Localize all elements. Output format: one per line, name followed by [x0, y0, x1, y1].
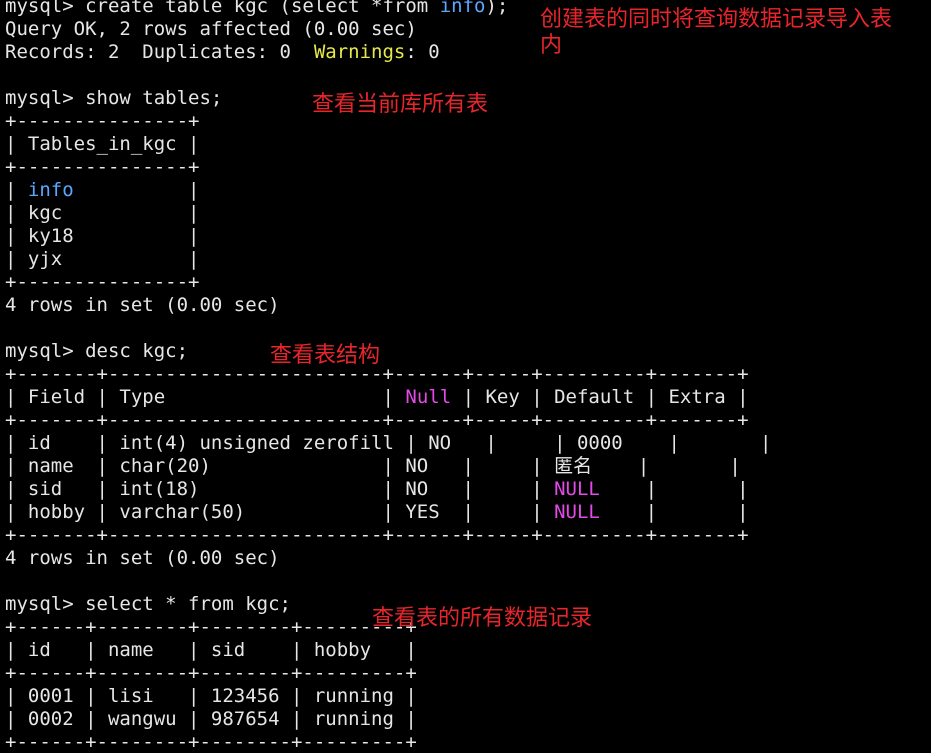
terminal-text-segment: +---------------+: [5, 271, 200, 293]
terminal-text-segment: +---------------+: [5, 110, 200, 132]
terminal-line: | id | name | sid | hobby |: [5, 639, 417, 662]
terminal-line: +------+--------+--------+---------+: [5, 616, 417, 639]
terminal-text-segment: : 0: [405, 41, 440, 63]
terminal-text-segment: | |: [599, 501, 749, 523]
terminal-line: mysql> desc kgc;: [5, 340, 188, 363]
terminal-text-segment: info: [439, 0, 486, 17]
annotation-select-all: 查看表的所有数据记录: [372, 606, 593, 631]
terminal-line: | id | int(4) unsigned zerofill | NO | |…: [5, 432, 771, 455]
terminal-text-segment: Null: [405, 386, 452, 408]
terminal-text-segment: +------+--------+--------+---------+: [5, 616, 417, 638]
terminal-line: +------+--------+--------+---------+: [5, 731, 417, 753]
terminal-text-segment: +-------+------------------------+------…: [5, 409, 749, 431]
terminal-text-segment: | sid | int(18) | NO | |: [5, 478, 555, 500]
terminal-text-segment: mysql> desc kgc;: [5, 340, 189, 362]
terminal-text-segment: 4 rows in set (0.00 sec): [5, 294, 280, 316]
terminal-text-segment: +------+--------+--------+---------+: [5, 731, 417, 753]
terminal-line: +---------------+: [5, 271, 199, 294]
terminal-line: +---------------+: [5, 156, 199, 179]
terminal-line: 4 rows in set (0.00 sec): [5, 294, 280, 317]
terminal-text-segment: |: [73, 179, 200, 201]
terminal-text-segment: | |: [599, 478, 749, 500]
terminal-text-segment: | kgc |: [5, 202, 200, 224]
terminal-text-segment: | ky18 |: [5, 225, 200, 247]
terminal-text-segment: | name | char(20) | NO | | 匿名 | |: [5, 455, 741, 477]
terminal-line: mysql> show tables;: [5, 87, 222, 110]
terminal-line: | ky18 |: [5, 225, 199, 248]
terminal-line: | 0001 | lisi | 123456 | running |: [5, 685, 417, 708]
annotation-create-table: 创建表的同时将查询数据记录导入表 内: [540, 7, 893, 58]
terminal-line: +---------------+: [5, 110, 199, 133]
terminal-text-segment: mysql> select * from kgc;: [5, 593, 291, 615]
terminal-text-segment: +-------+------------------------+------…: [5, 524, 749, 546]
terminal-text-segment: | id | int(4) unsigned zerofill | NO | |…: [5, 432, 772, 454]
terminal-line: Query OK, 2 rows affected (0.00 sec): [5, 18, 417, 41]
terminal-line: +-------+------------------------+------…: [5, 524, 749, 547]
terminal-line: | sid | int(18) | NO | | NULL | |: [5, 478, 749, 501]
terminal-line: mysql> create table kgc (select *from in…: [5, 0, 508, 18]
terminal-window[interactable]: mysql> create table kgc (select *from in…: [0, 0, 931, 753]
terminal-line: | kgc |: [5, 202, 199, 225]
terminal-text-segment: +---------------+: [5, 156, 200, 178]
terminal-text-segment: | Field | Type |: [5, 386, 406, 408]
terminal-line: +-------+------------------------+------…: [5, 409, 749, 432]
terminal-line: mysql> select * from kgc;: [5, 593, 291, 616]
terminal-text-segment: Warnings: [313, 41, 406, 63]
terminal-text-segment: mysql> show tables;: [5, 87, 223, 109]
terminal-line: 4 rows in set (0.00 sec): [5, 547, 280, 570]
terminal-text-segment: | Tables_in_kgc |: [5, 133, 200, 155]
terminal-text-segment: | hobby | varchar(50) | YES | |: [5, 501, 555, 523]
terminal-text-segment: Query OK, 2 rows affected (0.00 sec): [5, 18, 417, 40]
terminal-text-segment: NULL: [554, 501, 600, 523]
terminal-text-segment: mysql> create table kgc (select *from: [5, 0, 440, 17]
terminal-text-segment: );: [485, 0, 509, 17]
terminal-text-segment: |: [5, 179, 28, 201]
terminal-line: | Tables_in_kgc |: [5, 133, 199, 156]
terminal-text-segment: info: [27, 179, 74, 201]
terminal-line: | Field | Type | Null | Key | Default | …: [5, 386, 749, 409]
annotation-show-tables: 查看当前库所有表: [312, 92, 489, 117]
terminal-line: | info |: [5, 179, 200, 202]
terminal-line: Records: 2 Duplicates: 0 Warnings: 0: [5, 41, 440, 64]
terminal-text-segment: | 0001 | lisi | 123456 | running |: [5, 685, 417, 707]
annotation-desc-table: 查看表结构: [270, 343, 381, 368]
terminal-text-segment: | yjx |: [5, 248, 200, 270]
terminal-line: | yjx |: [5, 248, 199, 271]
terminal-text-segment: | id | name | sid | hobby |: [5, 639, 417, 661]
terminal-text-segment: +------+--------+--------+---------+: [5, 662, 417, 684]
terminal-line: | name | char(20) | NO | | 匿名 | |: [5, 455, 741, 478]
terminal-text-segment: | 0002 | wangwu | 987654 | running |: [5, 708, 417, 730]
terminal-text-segment: 4 rows in set (0.00 sec): [5, 547, 280, 569]
terminal-text-segment: | Key | Default | Extra |: [451, 386, 749, 408]
terminal-line: +------+--------+--------+---------+: [5, 662, 417, 685]
terminal-line: | hobby | varchar(50) | YES | | NULL | |: [5, 501, 749, 524]
terminal-text-segment: NULL: [554, 478, 600, 500]
terminal-text-segment: Records: 2 Duplicates: 0: [5, 41, 314, 63]
terminal-line: | 0002 | wangwu | 987654 | running |: [5, 708, 417, 731]
